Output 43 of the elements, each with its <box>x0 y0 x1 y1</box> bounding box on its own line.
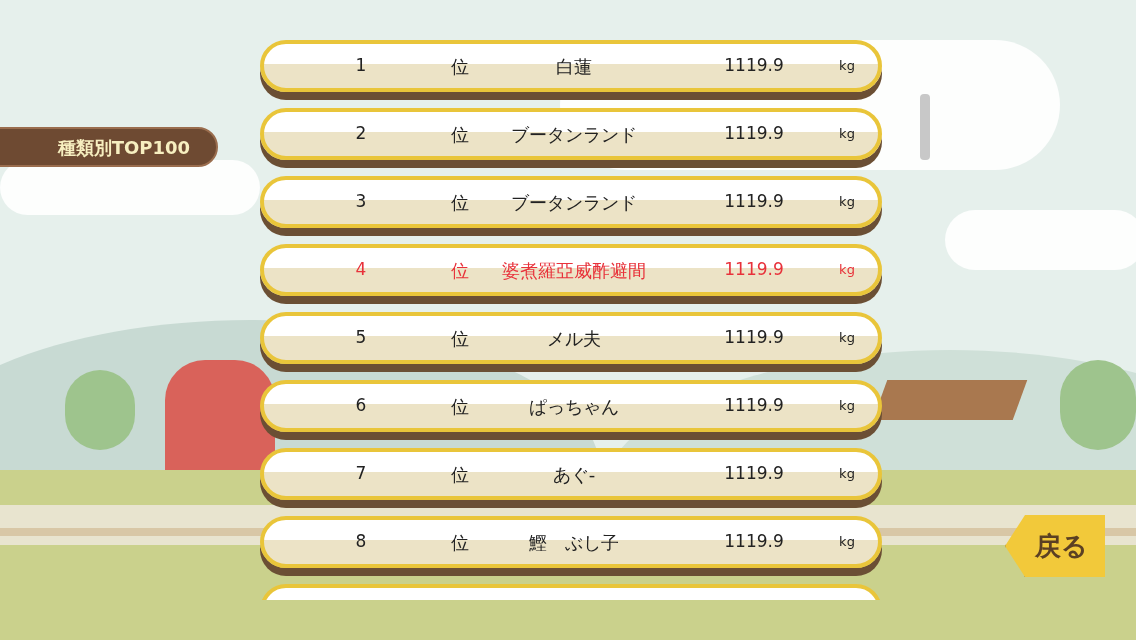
player-name: 鰹 ぶし子 <box>528 530 620 555</box>
weight-value: 1119.9 <box>723 54 785 78</box>
rank-suffix: 位 <box>450 258 470 283</box>
unit-label: kg <box>838 465 856 484</box>
player-name: 白蓮 <box>555 54 593 79</box>
unit-label: kg <box>838 125 856 144</box>
unit-label: kg <box>838 397 856 416</box>
player-name: あぐ- <box>551 462 597 487</box>
unit-label: kg <box>838 193 856 212</box>
player-name: ブータンランド <box>510 122 638 147</box>
rank-number: 6 <box>354 394 368 418</box>
category-label: 種類別TOP100 <box>0 127 218 167</box>
rank-suffix: 位 <box>450 394 470 419</box>
rank-number: 1 <box>354 54 368 78</box>
weight-value: 1119.9 <box>723 394 785 418</box>
rank-suffix: 位 <box>450 530 470 555</box>
rank-suffix: 位 <box>450 122 470 147</box>
unit-label: kg <box>838 329 856 348</box>
rank-number: 7 <box>354 462 368 486</box>
player-name: メル夫 <box>546 326 602 351</box>
weight-value: 1119.9 <box>723 190 785 214</box>
rank-number: 2 <box>354 122 368 146</box>
weight-value: 1119.9 <box>723 462 785 486</box>
player-name: ぱっちゃん <box>528 394 620 419</box>
back-button[interactable]: 戻る <box>1005 515 1105 577</box>
rank-suffix: 位 <box>450 326 470 351</box>
rank-suffix: 位 <box>450 54 470 79</box>
rank-number: 8 <box>354 530 368 554</box>
weight-value: 1119.9 <box>723 122 785 146</box>
player-name: 婆煮羅亞威酢避間 <box>501 258 647 283</box>
unit-label: kg <box>838 261 856 280</box>
rank-number: 5 <box>354 326 368 350</box>
rank-number: 3 <box>354 190 368 214</box>
weight-value: 1119.9 <box>723 258 785 282</box>
player-name: ブータンランド <box>510 190 638 215</box>
scrollbar[interactable] <box>920 94 930 160</box>
rank-suffix: 位 <box>450 190 470 215</box>
weight-value: 1119.9 <box>723 326 785 350</box>
rank-number: 4 <box>354 258 368 282</box>
unit-label: kg <box>838 57 856 76</box>
weight-value: 1119.9 <box>723 530 785 554</box>
rank-suffix: 位 <box>450 462 470 487</box>
unit-label: kg <box>838 533 856 552</box>
